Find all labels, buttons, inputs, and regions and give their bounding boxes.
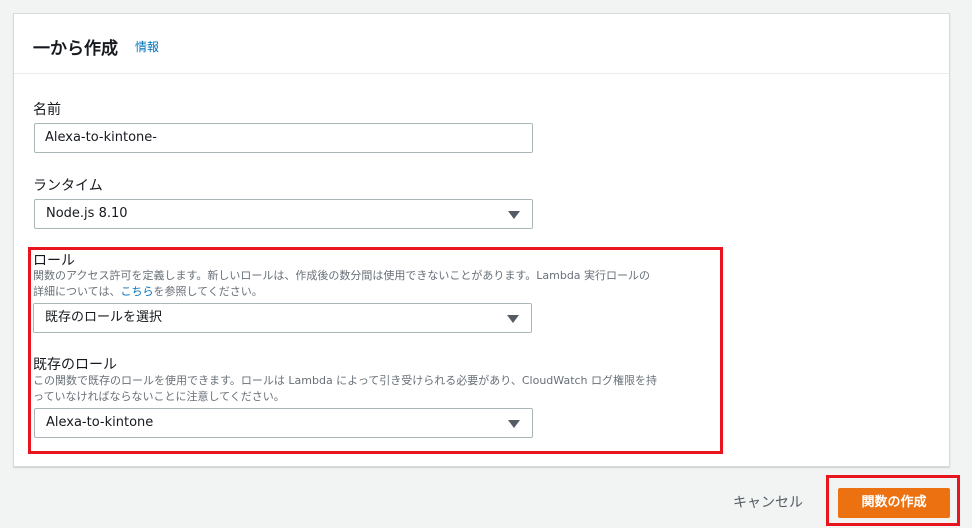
cancel-button[interactable]: キャンセル bbox=[733, 492, 803, 512]
chevron-down-icon bbox=[508, 211, 520, 219]
existing-role-select-value: Alexa-to-kintone bbox=[46, 415, 154, 430]
chevron-down-icon bbox=[508, 420, 520, 428]
name-label: 名前 bbox=[33, 102, 61, 118]
create-function-button[interactable]: 関数の作成 bbox=[838, 488, 950, 518]
runtime-select[interactable]: Node.js 8.10 bbox=[34, 199, 533, 229]
function-name-input[interactable]: Alexa-to-kintone- bbox=[34, 123, 533, 153]
chevron-down-icon bbox=[507, 315, 519, 323]
panel-title: 一から作成 bbox=[33, 39, 118, 59]
role-select-value: 既存のロールを選択 bbox=[45, 310, 163, 325]
role-label: ロール bbox=[33, 253, 75, 269]
function-name-value: Alexa-to-kintone- bbox=[45, 130, 157, 145]
role-description-post: を参照してください。 bbox=[153, 285, 263, 298]
existing-role-description-line2: っていなければならないことに注意してください。 bbox=[33, 390, 285, 403]
existing-role-label: 既存のロール bbox=[33, 357, 117, 373]
info-link[interactable]: 情報 bbox=[135, 38, 159, 55]
role-description-pre: 詳細については、 bbox=[33, 285, 121, 298]
role-description-line2: 詳細については、こちらを参照してください。 bbox=[33, 284, 723, 300]
existing-role-description-line1: この関数で既存のロールを使用できます。ロールは Lambda によって引き受けら… bbox=[33, 374, 658, 387]
runtime-label: ランタイム bbox=[33, 178, 103, 194]
panel-header: 一から作成 情報 bbox=[14, 14, 949, 74]
existing-role-select[interactable]: Alexa-to-kintone bbox=[34, 408, 533, 438]
role-select[interactable]: 既存のロールを選択 bbox=[33, 303, 532, 333]
runtime-select-value: Node.js 8.10 bbox=[46, 206, 128, 221]
role-description: 関数のアクセス許可を定義します。新しいロールは、作成後の数分間は使用できないこと… bbox=[33, 268, 723, 300]
existing-role-description: この関数で既存のロールを使用できます。ロールは Lambda によって引き受けら… bbox=[33, 373, 723, 405]
role-details-link[interactable]: こちら bbox=[120, 285, 153, 298]
role-description-line1: 関数のアクセス許可を定義します。新しいロールは、作成後の数分間は使用できないこと… bbox=[33, 269, 651, 282]
